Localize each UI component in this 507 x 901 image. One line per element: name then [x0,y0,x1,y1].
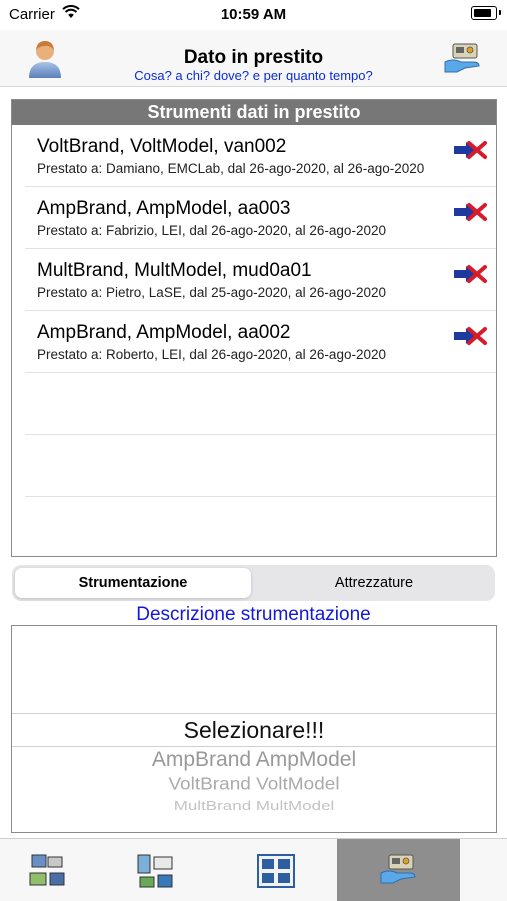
instruments-tab-icon [29,854,65,886]
page-subtitle: Cosa? a chi? dove? e per quanto tempo? [134,68,373,83]
page-title: Dato in prestito [183,47,324,68]
category-segmented-control: Strumentazione Attrezzature [12,565,495,601]
table-row[interactable]: VoltBrand, VoltModel, van002 Prestato a:… [25,125,496,187]
loan-action-button[interactable] [443,42,483,76]
loan-tab-icon [380,854,416,884]
description-label: Descrizione strumentazione [136,604,371,625]
loan-detail: Prestato a: Roberto, LEI, dal 26-ago-202… [37,347,386,362]
instrument-name: VoltBrand, VoltModel, van002 [37,136,287,157]
table-row[interactable]: AmpBrand, AmpModel, aa003 Prestato a: Fa… [25,187,496,249]
status-bar: Carrier 10:59 AM [0,0,507,30]
table-row[interactable]: MultBrand, MultModel, mud0a01 Prestato a… [25,249,496,311]
instrument-picker[interactable]: Selezionare!!! AmpBrand AmpModel VoltBra… [11,625,497,833]
segment-attrezzature[interactable]: Attrezzature [256,568,492,598]
table-row[interactable]: AmpBrand, AmpModel, aa002 Prestato a: Ro… [25,311,496,373]
return-loan-icon[interactable] [452,140,488,160]
empty-row [25,435,496,497]
equipment-tab-icon [137,854,173,888]
return-loan-icon[interactable] [452,326,488,346]
tab-loan[interactable] [337,839,460,901]
loan-detail: Prestato a: Damiano, EMCLab, dal 26-ago-… [37,161,425,176]
battery-icon [471,6,501,20]
loan-detail: Prestato a: Pietro, LaSE, dal 25-ago-202… [37,285,386,300]
return-loan-icon[interactable] [452,264,488,284]
clock: 10:59 AM [220,6,287,23]
navigation-header: Dato in prestito Cosa? a chi? dove? e pe… [0,30,507,87]
loaned-instruments-table: Strumenti dati in prestito VoltBrand, Vo… [11,99,497,557]
calibration-tab-icon [257,854,295,888]
empty-row [25,373,496,435]
picker-option[interactable]: VoltBrand VoltModel [12,775,496,795]
instrument-name: MultBrand, MultModel, mud0a01 [37,260,312,281]
instrument-name: AmpBrand, AmpModel, aa002 [37,322,291,343]
table-header: Strumenti dati in prestito [12,100,496,125]
tab-instruments[interactable] [0,839,96,901]
segment-strumentazione[interactable]: Strumentazione [15,568,251,598]
instrument-name: AmpBrand, AmpModel, aa003 [37,198,291,219]
picker-selected-item[interactable]: Selezionare!!! [12,713,496,747]
hand-with-instrument-icon [444,43,480,73]
picker-option[interactable]: AmpBrand AmpModel [12,748,496,772]
picker-option[interactable]: MultBrand MultModel [12,799,496,814]
return-loan-icon[interactable] [452,202,488,222]
tab-calibration[interactable] [228,839,324,901]
loan-detail: Prestato a: Fabrizio, LEI, dal 26-ago-20… [37,223,386,238]
tab-equipment[interactable] [108,839,204,901]
tab-bar [0,838,507,901]
